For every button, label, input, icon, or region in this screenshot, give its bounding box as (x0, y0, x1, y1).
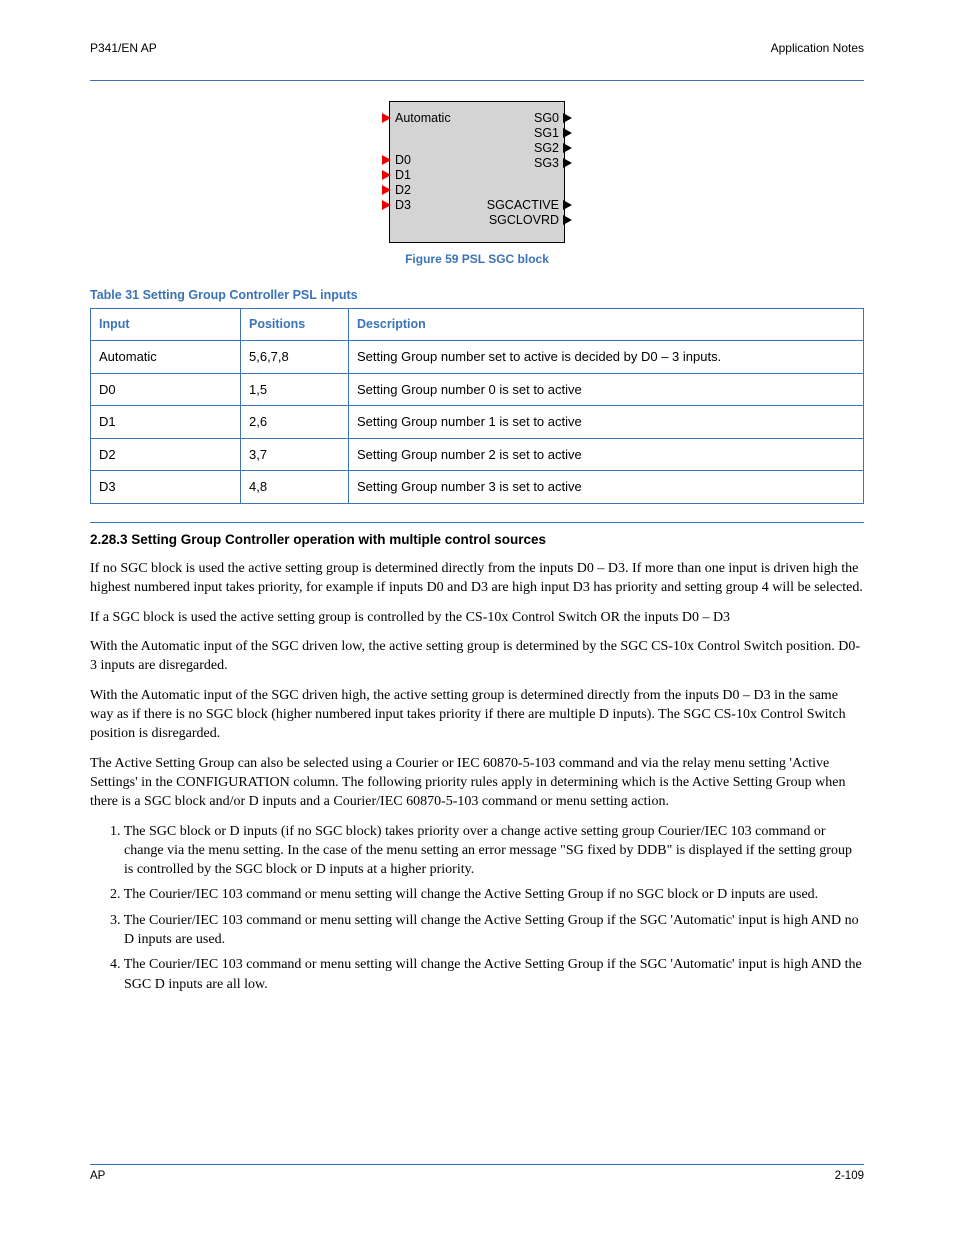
section-rule (90, 522, 864, 523)
pin-sg1: SG1 (534, 127, 559, 140)
pin-d2: D2 (395, 184, 411, 197)
paragraph: If a SGC block is used the active settin… (90, 608, 864, 627)
pin-sg0: SG0 (534, 112, 559, 125)
pin-sgclovrd: SGCLOVRD (489, 214, 559, 227)
cell-description: Setting Group number 0 is set to active (349, 373, 864, 406)
table-row: D1 2,6 Setting Group number 1 is set to … (91, 406, 864, 439)
cell-input: D1 (91, 406, 241, 439)
footer-right: 2-109 (835, 1169, 864, 1185)
pin-triangle-out-icon (563, 128, 572, 138)
cell-description: Setting Group number set to active is de… (349, 341, 864, 374)
pin-triangle-out-icon (563, 215, 572, 225)
table-row: Automatic 5,6,7,8 Setting Group number s… (91, 341, 864, 374)
cell-positions: 4,8 (241, 471, 349, 504)
pin-d1: D1 (395, 169, 411, 182)
pin-triangle-icon (382, 113, 391, 123)
paragraph: With the Automatic input of the SGC driv… (90, 637, 864, 676)
diagram-container: Automatic D0 D1 D2 D3 SG0 SG1 SG2 SG3 SG… (90, 101, 864, 243)
table-row: D3 4,8 Setting Group number 3 is set to … (91, 471, 864, 504)
pin-triangle-out-icon (563, 143, 572, 153)
section-title: 2.28.3 Setting Group Controller operatio… (90, 531, 864, 549)
pin-triangle-icon (382, 155, 391, 165)
cell-positions: 3,7 (241, 438, 349, 471)
pin-sg2: SG2 (534, 142, 559, 155)
pin-triangle-icon (382, 170, 391, 180)
table-row: D2 3,7 Setting Group number 2 is set to … (91, 438, 864, 471)
list-item: 1. The SGC block or D inputs (if no SGC … (110, 822, 864, 880)
header-left: P341/EN AP (90, 40, 157, 56)
th-input: Input (91, 309, 241, 341)
sgc-block-diagram: Automatic D0 D1 D2 D3 SG0 SG1 SG2 SG3 SG… (389, 101, 565, 243)
cell-input: D3 (91, 471, 241, 504)
cell-positions: 2,6 (241, 406, 349, 439)
pin-triangle-out-icon (563, 113, 572, 123)
cell-description: Setting Group number 1 is set to active (349, 406, 864, 439)
cell-positions: 1,5 (241, 373, 349, 406)
cell-description: Setting Group number 3 is set to active (349, 471, 864, 504)
list-item: 3. The Courier/IEC 103 command or menu s… (110, 911, 864, 950)
pin-d0: D0 (395, 154, 411, 167)
figure-caption: Figure 59 PSL SGC block (90, 251, 864, 267)
cell-positions: 5,6,7,8 (241, 341, 349, 374)
table-caption: Table 31 Setting Group Controller PSL in… (90, 287, 864, 304)
cell-input: D2 (91, 438, 241, 471)
pin-triangle-icon (382, 185, 391, 195)
pin-triangle-out-icon (563, 158, 572, 168)
pin-automatic: Automatic (395, 112, 451, 125)
pin-sg3: SG3 (534, 157, 559, 170)
cell-input: D0 (91, 373, 241, 406)
pin-triangle-out-icon (563, 200, 572, 210)
th-positions: Positions (241, 309, 349, 341)
pin-d3: D3 (395, 199, 411, 212)
paragraph: If no SGC block is used the active setti… (90, 559, 864, 598)
footer-left: AP (90, 1169, 105, 1185)
th-description: Description (349, 309, 864, 341)
footer-rule (90, 1164, 864, 1165)
cell-input: Automatic (91, 341, 241, 374)
list-item: 4. The Courier/IEC 103 command or menu s… (110, 955, 864, 994)
cell-description: Setting Group number 2 is set to active (349, 438, 864, 471)
pin-sgcactive: SGCACTIVE (487, 199, 559, 212)
inputs-table: Input Positions Description Automatic 5,… (90, 308, 864, 504)
header-rule (90, 80, 864, 81)
pin-triangle-icon (382, 200, 391, 210)
list-item: 2. The Courier/IEC 103 command or menu s… (110, 885, 864, 904)
header-right: Application Notes (771, 40, 864, 56)
paragraph: The Active Setting Group can also be sel… (90, 754, 864, 812)
paragraph: With the Automatic input of the SGC driv… (90, 686, 864, 744)
table-row: D0 1,5 Setting Group number 0 is set to … (91, 373, 864, 406)
